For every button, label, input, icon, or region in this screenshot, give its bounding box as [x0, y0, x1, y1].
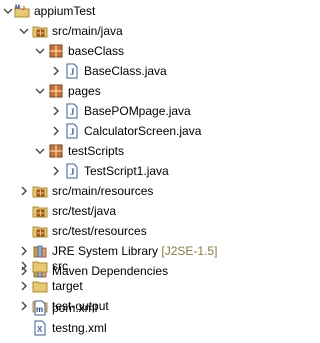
tree-item-package-pages[interactable]: pages	[0, 80, 280, 102]
chevron-down-icon[interactable]	[35, 146, 45, 156]
svg-text:J: J	[70, 67, 75, 77]
java-file-icon: J	[64, 103, 80, 119]
tree-item-src-test-java[interactable]: src/test/java	[0, 200, 280, 222]
source-folder-icon	[32, 223, 48, 239]
maven-project-icon: M J	[14, 3, 30, 19]
chevron-right-icon[interactable]	[19, 186, 29, 196]
tree-item-file-baseclass[interactable]: J BaseClass.java	[0, 60, 280, 82]
tree-item-label: appiumTest	[34, 4, 96, 18]
folder-icon	[32, 278, 48, 294]
tree-item-label: src/test/java	[52, 204, 117, 218]
tree-item-label: pages	[68, 84, 101, 98]
package-icon	[48, 143, 64, 159]
package-icon	[48, 43, 64, 59]
tree-item-src-main-java[interactable]: src/main/java	[0, 20, 280, 42]
java-file-icon: J	[64, 163, 80, 179]
tree-item-project[interactable]: M J appiumTest	[0, 0, 280, 22]
tree-item-file-calculatorscreen[interactable]: J CalculatorScreen.java	[0, 120, 280, 142]
package-icon	[48, 83, 64, 99]
svg-text:m: m	[36, 305, 43, 314]
tree-item-label: CalculatorScreen.java	[84, 124, 202, 138]
tree-item-label: src/main/java	[52, 24, 123, 38]
java-file-icon: J	[64, 123, 80, 139]
svg-text:M: M	[15, 5, 20, 11]
tree-item-label: pom.xml	[52, 301, 98, 315]
tree-item-folder-src[interactable]: src	[0, 255, 280, 277]
tree-item-label: BaseClass.java	[84, 64, 167, 78]
chevron-right-icon[interactable]	[51, 126, 61, 136]
tree-item-file-pom[interactable]: m pom.xml	[0, 297, 280, 319]
tree-item-package-testscripts[interactable]: testScripts	[0, 140, 280, 162]
tree-item-label: testng.xml	[52, 321, 107, 335]
svg-text:X: X	[37, 325, 43, 334]
svg-text:J: J	[22, 6, 25, 12]
chevron-right-icon[interactable]	[19, 281, 29, 291]
chevron-right-icon[interactable]	[19, 261, 29, 271]
tree-item-label: src/main/resources	[52, 184, 154, 198]
tree-item-folder-target[interactable]: target	[0, 275, 280, 297]
tree-item-label: target	[52, 279, 83, 293]
tree-item-label: baseClass	[68, 44, 125, 58]
chevron-right-icon[interactable]	[51, 106, 61, 116]
svg-text:J: J	[70, 127, 75, 137]
tree-item-label: src/test/resources	[52, 224, 147, 238]
chevron-right-icon[interactable]	[51, 166, 61, 176]
xml-file-icon: X	[32, 320, 48, 336]
tree-item-label: BasePOMpage.java	[84, 104, 191, 118]
chevron-down-icon[interactable]	[3, 6, 13, 16]
svg-text:J: J	[70, 107, 75, 117]
chevron-right-icon[interactable]	[51, 66, 61, 76]
tree-item-file-basepompage[interactable]: J BasePOMpage.java	[0, 100, 280, 122]
tree-item-file-testng[interactable]: X testng.xml	[0, 317, 280, 339]
chevron-down-icon[interactable]	[35, 46, 45, 56]
tree-item-package-baseclass[interactable]: baseClass	[0, 40, 280, 62]
folder-icon	[32, 258, 48, 274]
source-folder-icon	[32, 183, 48, 199]
svg-text:J: J	[70, 167, 75, 177]
source-folder-icon	[32, 203, 48, 219]
tree-item-label: testScripts	[68, 144, 125, 158]
tree-item-label: TestScript1.java	[84, 164, 169, 178]
maven-pom-icon: m	[32, 300, 48, 316]
source-folder-icon	[32, 23, 48, 39]
chevron-down-icon[interactable]	[19, 26, 29, 36]
tree-item-src-test-resources[interactable]: src/test/resources	[0, 220, 280, 242]
tree-item-src-main-resources[interactable]: src/main/resources	[0, 180, 280, 202]
java-file-icon: J	[64, 63, 80, 79]
chevron-down-icon[interactable]	[35, 86, 45, 96]
tree-item-label: src	[52, 259, 68, 273]
tree-item-file-testscript1[interactable]: J TestScript1.java	[0, 160, 280, 182]
